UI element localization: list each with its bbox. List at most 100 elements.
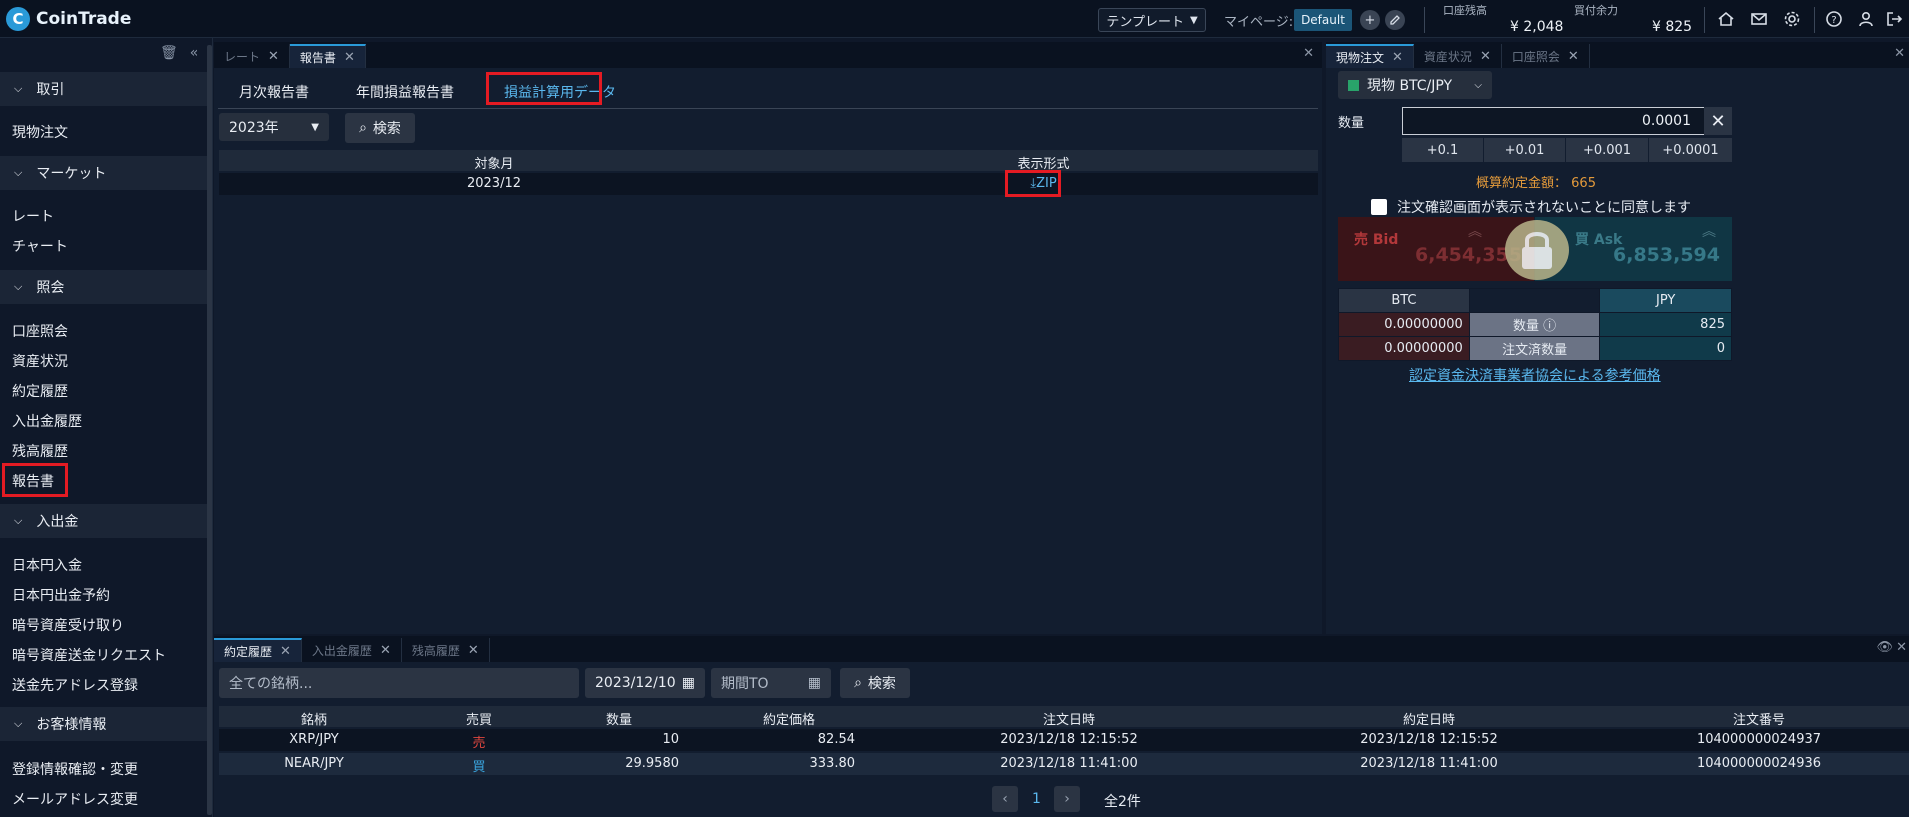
sidebar-item-chart[interactable]: チャート (12, 236, 68, 256)
sidebar-section-inquiry[interactable]: ⌵ 照会 (0, 270, 207, 304)
brand-logo[interactable]: C CoinTrade (6, 7, 131, 31)
symbol-value: 現物 BTC/JPY (1367, 78, 1453, 94)
sidebar-section-market[interactable]: ⌵ マーケット (0, 156, 207, 190)
sidebar-section-customer[interactable]: ⌵ お客様情報 (0, 707, 207, 741)
search-label: 検索 (867, 676, 896, 692)
sidebar-item-address[interactable]: 送金先アドレス登録 (12, 675, 138, 695)
close-icon[interactable]: ✕ (280, 644, 291, 659)
sidebar-item-rate[interactable]: レート (12, 206, 54, 226)
tab-assets[interactable]: 資産状況 ✕ (1414, 44, 1502, 68)
tab-annual-report[interactable]: 年間損益報告書 (356, 82, 454, 102)
sidebar-item-balance-history[interactable]: 残高履歴 (12, 441, 68, 461)
edit-page-icon[interactable] (1385, 10, 1405, 30)
year-select[interactable]: 2023年 ▼ (219, 113, 329, 141)
tab-monthly-report[interactable]: 月次報告書 (239, 82, 309, 102)
close-icon[interactable]: ✕ (380, 643, 391, 658)
confirm-skip-checkbox[interactable] (1371, 199, 1387, 215)
close-icon[interactable]: ✕ (1392, 50, 1403, 65)
date-to-input[interactable]: 期間TO ▦ (711, 668, 831, 698)
balance-table: BTC JPY 0.00000000 数量 ⓘ 825 0.00000000 注… (1338, 288, 1732, 361)
executed-at: 2023/12/18 12:15:52 (1360, 732, 1498, 747)
tab-deposit-history[interactable]: 入出金履歴 ✕ (302, 638, 402, 662)
clear-quantity-button[interactable]: ✕ (1704, 107, 1732, 135)
symbol-select[interactable]: 現物 BTC/JPY ⌵ (1338, 71, 1492, 99)
column-header: 対象月 (474, 157, 514, 172)
tab-account[interactable]: 口座照会 ✕ (1502, 44, 1590, 68)
mail-icon[interactable] (1749, 9, 1769, 29)
help-icon[interactable]: ? (1824, 9, 1844, 29)
sidebar-item-spot-order[interactable]: 現物注文 (12, 122, 68, 142)
tab-executions[interactable]: 約定履歴 ✕ (214, 638, 302, 662)
close-icon[interactable]: ✕ (1480, 49, 1491, 64)
close-icon[interactable]: ✕ (1568, 49, 1579, 64)
close-icon[interactable]: ✕ (468, 643, 479, 658)
template-dropdown[interactable]: テンプレート ▼ (1098, 8, 1206, 32)
collapse-sidebar-icon[interactable]: « (190, 45, 199, 61)
column-header: 銘柄 (300, 713, 327, 728)
sidebar-item-executions[interactable]: 約定履歴 (12, 381, 68, 401)
column-header: 注文日時 (1042, 713, 1095, 728)
add-page-icon[interactable]: + (1360, 10, 1380, 30)
quantity-input[interactable]: 0.0001 (1402, 107, 1732, 135)
lock-icon[interactable] (1505, 220, 1569, 280)
sidebar-item-jpy-withdraw[interactable]: 日本円出金予約 (12, 585, 110, 605)
increment-button[interactable]: +0.01 (1484, 138, 1565, 162)
tab-label: 資産状況 (1423, 49, 1472, 64)
sidebar-section-deposit[interactable]: ⌵ 入出金 (0, 504, 207, 538)
current-page[interactable]: 1 (1032, 791, 1041, 807)
quantity: 10 (662, 732, 679, 747)
date-from-input[interactable]: 2023/12/10 ▦ (585, 668, 705, 698)
logout-icon[interactable] (1884, 9, 1904, 29)
eye-icon[interactable]: 👁 (1876, 640, 1893, 655)
tab-label: 報告書 (299, 50, 336, 65)
prev-page-button[interactable]: ‹ (992, 786, 1018, 812)
close-panel-icon[interactable]: ✕ (1896, 640, 1907, 655)
side-buy: 買 (472, 760, 486, 775)
sidebar-scrollbar[interactable] (207, 45, 212, 815)
sidebar-section-trade[interactable]: ⌵ 取引 (0, 72, 207, 106)
close-icon[interactable]: ✕ (268, 49, 279, 64)
increment-button[interactable]: +0.001 (1566, 138, 1648, 162)
sidebar-item-deposit-history[interactable]: 入出金履歴 (12, 411, 82, 431)
total-count: 全2件 (1104, 794, 1141, 810)
sidebar-item-crypto-send[interactable]: 暗号資産送金リクエスト (12, 645, 166, 665)
close-panel-icon[interactable]: ✕ (1303, 46, 1314, 61)
sidebar-item-crypto-receive[interactable]: 暗号資産受け取り (12, 615, 124, 635)
mypage-label: マイページ: (1224, 15, 1294, 30)
symbol-filter-input[interactable]: 全ての銘柄... (219, 668, 579, 698)
tab-balance-history[interactable]: 残高履歴 ✕ (402, 638, 490, 662)
sidebar-item-jpy-deposit[interactable]: 日本円入金 (12, 555, 82, 575)
quantity: 29.9580 (625, 756, 679, 771)
increment-button[interactable]: +0.1 (1402, 138, 1483, 162)
close-icon[interactable]: ✕ (344, 50, 355, 65)
order-panel-tabs: 現物注文 ✕ 資産状況 ✕ 口座照会 ✕ (1326, 42, 1909, 68)
year-select-value: 2023年 (229, 120, 279, 136)
tab-rate[interactable]: レート ✕ (214, 44, 290, 68)
reference-price-link[interactable]: 認定資金決済事業者協会による参考価格 (1409, 365, 1661, 385)
home-icon[interactable] (1716, 9, 1736, 29)
search-button[interactable]: ⌕ 検索 (345, 113, 415, 143)
table-row: XRP/JPY 売 10 82.54 2023/12/18 12:15:52 2… (219, 729, 1909, 751)
template-label: テンプレート (1106, 14, 1184, 30)
tab-spot-order[interactable]: 現物注文 ✕ (1326, 44, 1414, 68)
trash-icon[interactable]: 🗑 (160, 45, 178, 61)
user-icon[interactable] (1856, 9, 1876, 29)
gear-icon[interactable] (1782, 9, 1802, 29)
chevron-down-icon: ⌵ (1474, 79, 1482, 91)
sidebar-item-profile[interactable]: 登録情報確認・変更 (12, 759, 138, 779)
info-icon[interactable]: ⓘ (1543, 319, 1556, 334)
tab-label: 残高履歴 (411, 643, 460, 658)
sidebar-item-account[interactable]: 口座照会 (12, 321, 68, 341)
default-page-button[interactable]: Default (1294, 9, 1352, 31)
sidebar-item-assets[interactable]: 資産状況 (12, 351, 68, 371)
close-panel-icon[interactable]: ✕ (1894, 46, 1905, 61)
search-button[interactable]: ⌕ 検索 (840, 668, 910, 698)
tab-report[interactable]: 報告書 ✕ (289, 44, 366, 68)
increment-button[interactable]: +0.0001 (1649, 138, 1732, 162)
top-bar: C CoinTrade テンプレート ▼ マイページ: Default + 口座… (0, 0, 1909, 38)
next-page-button[interactable]: › (1054, 786, 1080, 812)
tab-label: 約定履歴 (224, 644, 273, 659)
divider (1424, 7, 1425, 33)
date-from-value: 2023/12/10 (595, 675, 676, 691)
sidebar-item-email[interactable]: メールアドレス変更 (12, 789, 138, 809)
